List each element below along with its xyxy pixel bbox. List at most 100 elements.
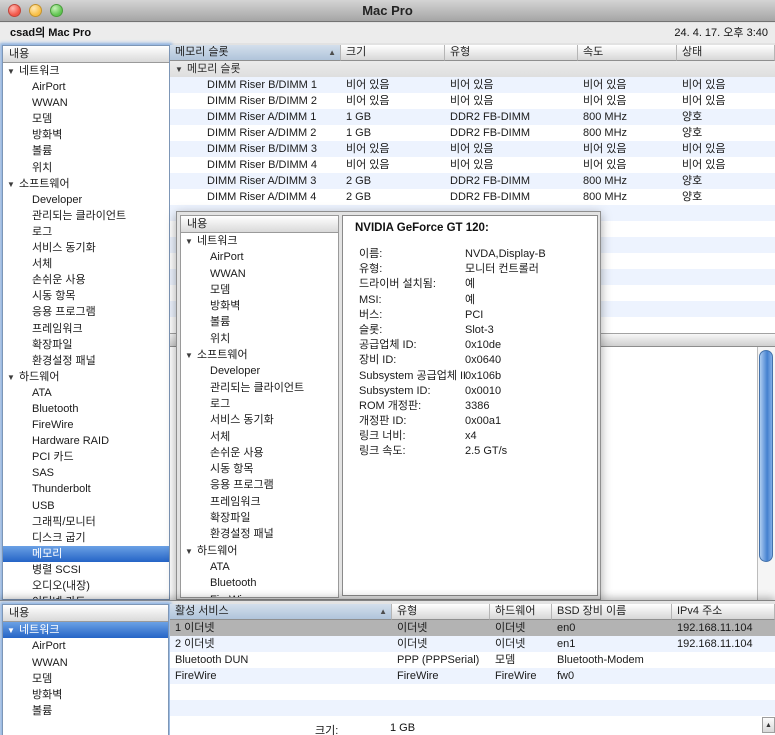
table-row[interactable]: Bluetooth DUNPPP (PPPSerial)모뎀Bluetooth-… — [170, 652, 775, 668]
tree-item[interactable]: ▼네트워크 — [3, 622, 168, 638]
table-row[interactable]: DIMM Riser A/DIMM 21 GBDDR2 FB-DIMM800 M… — [170, 125, 775, 141]
table-row[interactable]: 1 이더넷이더넷이더넷en0192.168.11.104 — [170, 620, 775, 636]
table-row[interactable]: DIMM Riser B/DIMM 4비어 있음비어 있음비어 있음비어 있음 — [170, 157, 775, 173]
tree-item[interactable]: 방화벽 — [181, 298, 338, 314]
column-header[interactable]: 유형 — [445, 45, 578, 61]
tree-item[interactable]: FireWire — [3, 417, 169, 433]
tree-item[interactable]: 환경설정 패널 — [3, 353, 169, 369]
tree-item[interactable]: WWAN — [3, 95, 169, 111]
tree-item[interactable]: 서비스 동기화 — [181, 412, 338, 428]
tree-item[interactable]: PCI 카드 — [3, 449, 169, 465]
tree-item[interactable]: Bluetooth — [181, 575, 338, 591]
tree-item[interactable]: 모뎀 — [3, 671, 168, 687]
tree-item[interactable]: 방화벽 — [3, 127, 169, 143]
disclosure-triangle-icon[interactable]: ▼ — [7, 64, 19, 79]
tree-item[interactable]: Thunderbolt — [3, 481, 169, 497]
disclosure-triangle-icon[interactable]: ▼ — [7, 370, 19, 385]
tree-item[interactable]: 메모리 — [3, 546, 169, 562]
tree-item[interactable]: ▼네트워크 — [181, 233, 338, 249]
tree-item[interactable]: 볼륨 — [3, 143, 169, 159]
tree-item[interactable]: 병렬 SCSI — [3, 562, 169, 578]
tree-item[interactable]: 로그 — [181, 396, 338, 412]
tree-item[interactable]: 방화벽 — [3, 687, 168, 703]
table-row[interactable]: DIMM Riser B/DIMM 1비어 있음비어 있음비어 있음비어 있음 — [170, 77, 775, 93]
tree-item[interactable]: 로그 — [3, 224, 169, 240]
table-row[interactable]: DIMM Riser B/DIMM 2비어 있음비어 있음비어 있음비어 있음 — [170, 93, 775, 109]
tree-item[interactable]: 서체 — [181, 429, 338, 445]
tree-item[interactable]: Developer — [3, 192, 169, 208]
tree-item[interactable]: 프레임워크 — [3, 321, 169, 337]
vertical-scrollbar[interactable] — [757, 347, 775, 600]
tree-item[interactable]: 위치 — [181, 331, 338, 347]
tree-item[interactable]: USB — [3, 498, 169, 514]
column-header[interactable]: 크기 — [341, 45, 445, 61]
tree-item[interactable]: 서체 — [3, 256, 169, 272]
table-group-row[interactable]: ▼메모리 슬롯 — [170, 61, 775, 77]
tree-item[interactable]: ATA — [181, 559, 338, 575]
tree-item[interactable]: 오디오(내장) — [3, 578, 169, 594]
scrollbar-thumb[interactable] — [759, 350, 773, 562]
zoom-button[interactable] — [50, 4, 63, 17]
tree-item[interactable]: 손쉬운 사용 — [3, 272, 169, 288]
tree-item[interactable]: ATA — [3, 385, 169, 401]
disclosure-triangle-icon[interactable]: ▼ — [185, 234, 197, 249]
tree-item[interactable]: Bluetooth — [3, 401, 169, 417]
disclosure-triangle-icon[interactable]: ▼ — [185, 348, 197, 363]
disclosure-triangle-icon[interactable]: ▼ — [7, 623, 19, 638]
tree-item[interactable]: 모뎀 — [181, 282, 338, 298]
column-header[interactable]: 메모리 슬롯▲ — [170, 45, 341, 61]
tree-item[interactable]: ▼네트워크 — [3, 63, 169, 79]
tree-item[interactable]: 확장파일 — [3, 337, 169, 353]
close-button[interactable] — [8, 4, 21, 17]
tree-item[interactable]: 모뎀 — [3, 111, 169, 127]
tree-item[interactable]: ▼하드웨어 — [181, 543, 338, 559]
table-row[interactable]: FireWireFireWireFireWirefw0 — [170, 668, 775, 684]
table-row[interactable]: 2 이더넷이더넷이더넷en1192.168.11.104 — [170, 636, 775, 652]
column-header[interactable]: BSD 장비 이름 — [552, 604, 672, 620]
tree-item[interactable]: 관리되는 클라이언트 — [3, 208, 169, 224]
tree-item[interactable]: SAS — [3, 465, 169, 481]
scroll-up-arrow-icon[interactable]: ▲ — [762, 717, 775, 733]
title-bar[interactable]: Mac Pro — [0, 0, 775, 22]
column-header[interactable]: 유형 — [392, 604, 490, 620]
tree-item[interactable]: 볼륨 — [181, 314, 338, 330]
tree-item[interactable]: WWAN — [3, 655, 168, 671]
table-row[interactable]: DIMM Riser A/DIMM 11 GBDDR2 FB-DIMM800 M… — [170, 109, 775, 125]
disclosure-triangle-icon[interactable]: ▼ — [185, 544, 197, 559]
tree-item[interactable]: 디스크 굽기 — [3, 530, 169, 546]
disclosure-triangle-icon[interactable]: ▼ — [175, 62, 187, 78]
tree-item[interactable]: 환경설정 패널 — [181, 526, 338, 542]
column-header[interactable]: IPv4 주소 — [672, 604, 775, 620]
tree-item[interactable]: 응용 프로그램 — [3, 304, 169, 320]
tree-item[interactable]: 시동 항목 — [181, 461, 338, 477]
minimize-button[interactable] — [29, 4, 42, 17]
tree-item[interactable]: Hardware RAID — [3, 433, 169, 449]
tree-item[interactable]: AirPort — [3, 79, 169, 95]
tree-item[interactable]: 확장파일 — [181, 510, 338, 526]
tree-item[interactable]: 서비스 동기화 — [3, 240, 169, 256]
tree-item[interactable]: 위치 — [3, 160, 169, 176]
tree-item[interactable]: FireWire — [181, 592, 338, 597]
tree-item[interactable]: ▼소프트웨어 — [3, 176, 169, 192]
tree-item[interactable]: 그래픽/모니터 — [3, 514, 169, 530]
tree-item[interactable]: AirPort — [3, 638, 168, 654]
tree-item[interactable]: Developer — [181, 363, 338, 379]
tree-item[interactable]: 프레임워크 — [181, 494, 338, 510]
tree-item[interactable]: 시동 항목 — [3, 288, 169, 304]
disclosure-triangle-icon[interactable]: ▼ — [7, 177, 19, 192]
tree-item[interactable]: ▼하드웨어 — [3, 369, 169, 385]
tree-item[interactable]: 관리되는 클라이언트 — [181, 380, 338, 396]
column-header[interactable]: 상태 — [677, 45, 775, 61]
tree-item[interactable]: 볼륨 — [3, 703, 168, 719]
tree-item[interactable]: AirPort — [181, 249, 338, 265]
column-header[interactable]: 하드웨어 — [490, 604, 552, 620]
table-row[interactable]: DIMM Riser A/DIMM 32 GBDDR2 FB-DIMM800 M… — [170, 173, 775, 189]
tree-item[interactable]: ▼소프트웨어 — [181, 347, 338, 363]
table-row[interactable]: DIMM Riser A/DIMM 42 GBDDR2 FB-DIMM800 M… — [170, 189, 775, 205]
tree-item[interactable]: 손쉬운 사용 — [181, 445, 338, 461]
column-header[interactable]: 속도 — [578, 45, 677, 61]
tree-item[interactable]: WWAN — [181, 266, 338, 282]
table-row[interactable]: DIMM Riser B/DIMM 3비어 있음비어 있음비어 있음비어 있음 — [170, 141, 775, 157]
tree-item[interactable]: 이더넷 카드 — [3, 594, 169, 599]
tree-item[interactable]: 응용 프로그램 — [181, 477, 338, 493]
